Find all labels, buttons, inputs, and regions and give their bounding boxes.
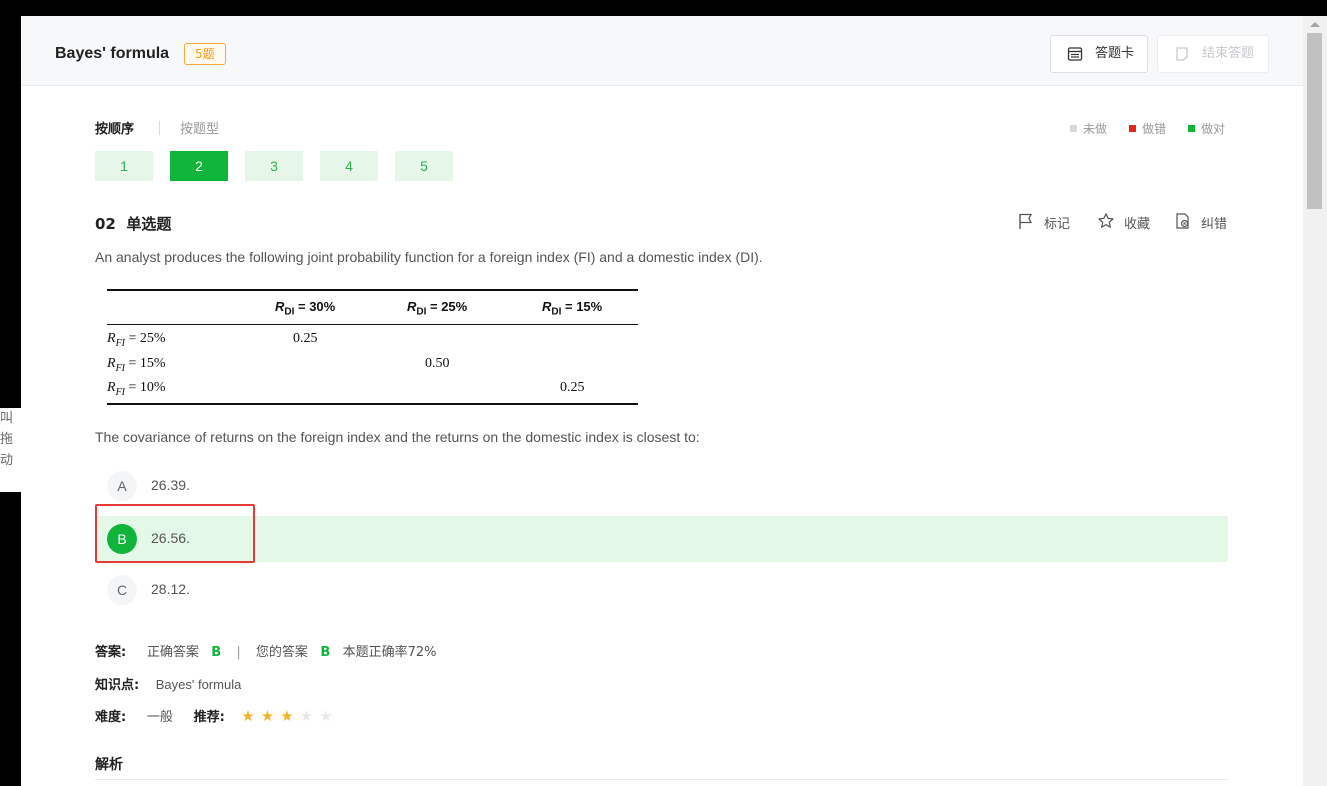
end-quiz-label: 结束答题 <box>1202 46 1255 61</box>
legend-wrong: 做错 <box>1129 120 1166 137</box>
difficulty-line: 难度: 一般 推荐: ★ ★ ★ ★ ★ <box>95 706 339 725</box>
option-letter: A <box>107 471 137 501</box>
scroll-thumb[interactable] <box>1307 33 1322 209</box>
table-bottom-rule <box>107 403 638 405</box>
question-prompt: The covariance of returns on the foreign… <box>95 429 700 445</box>
analysis-divider <box>95 779 1228 780</box>
report-label: 纠错 <box>1201 217 1228 232</box>
tab-by-type[interactable]: 按题型 <box>180 118 219 137</box>
star-filled-icon: ★ <box>260 707 275 725</box>
table-header-rule <box>107 324 638 325</box>
row-label: RFI = 15% <box>107 356 166 374</box>
drag-char: 叫 <box>0 411 14 426</box>
left-strip <box>0 16 21 786</box>
knowledge-line: 知识点: Bayes' formula <box>95 674 241 693</box>
answer-separator: | <box>236 645 241 660</box>
column-header: RDI = 15% <box>542 299 603 318</box>
joint-probability-table: RDI = 30% RDI = 25% RDI = 15% RFI = 25% … <box>107 289 638 406</box>
question-number-5[interactable]: 5 <box>395 151 453 181</box>
quiz-panel: Bayes' formula 5题 答题卡 结束答题 按顺序 按题型 未做 做错 <box>21 16 1303 786</box>
answer-card-icon <box>1067 47 1083 61</box>
legend-undone: 未做 <box>1070 120 1107 137</box>
end-quiz-button[interactable]: 结束答题 <box>1157 35 1269 73</box>
legend-undone-label: 未做 <box>1083 122 1108 136</box>
option-a[interactable]: A 26.39. <box>95 463 1228 509</box>
question-number: 02 <box>95 215 116 233</box>
legend-undone-swatch <box>1070 125 1077 132</box>
option-text: 28.12. <box>151 581 190 597</box>
recommend-label: 推荐: <box>193 710 225 725</box>
tab-divider <box>159 121 160 135</box>
knowledge-label: 知识点: <box>95 678 140 693</box>
table-top-rule <box>107 289 638 291</box>
difficulty-label: 难度: <box>95 710 127 725</box>
question-type: 单选题 <box>126 215 172 233</box>
report-icon <box>1176 213 1189 229</box>
legend-correct-label: 做对 <box>1201 122 1226 136</box>
question-number-4[interactable]: 4 <box>320 151 378 181</box>
answer-card-button[interactable]: 答题卡 <box>1050 35 1148 73</box>
difficulty-value: 一般 <box>146 710 173 725</box>
end-quiz-icon <box>1176 47 1188 61</box>
drag-char: 动 <box>0 453 14 468</box>
your-answer-value: B <box>320 645 331 660</box>
column-header: RDI = 30% <box>275 299 336 318</box>
star-filled-icon: ★ <box>241 707 255 725</box>
legend-correct-swatch <box>1188 125 1195 132</box>
knowledge-value: Bayes' formula <box>155 677 242 692</box>
star-empty-icon: ★ <box>299 707 314 725</box>
table-cell: 0.25 <box>560 380 585 395</box>
option-b[interactable]: B 26.56. <box>95 516 1228 562</box>
tab-sequence[interactable]: 按顺序 <box>95 118 134 137</box>
quiz-header: Bayes' formula 5题 答题卡 结束答题 <box>21 16 1303 86</box>
option-c[interactable]: C 28.12. <box>95 567 1228 613</box>
drag-char: 拖 <box>0 432 14 447</box>
your-answer-label: 您的答案 <box>255 645 308 660</box>
correct-answer-label: 正确答案 <box>146 645 199 660</box>
question-count-badge: 5题 <box>184 43 226 65</box>
accuracy-rate: 本题正确率72% <box>342 645 437 660</box>
row-label: RFI = 25% <box>107 331 166 349</box>
question-heading: 02 单选题 <box>95 213 171 234</box>
quiz-title: Bayes' formula <box>55 45 170 62</box>
window-top-bar <box>0 0 1327 16</box>
favorite-label: 收藏 <box>1124 217 1151 232</box>
flag-icon <box>1019 213 1033 229</box>
row-label: RFI = 10% <box>107 380 166 398</box>
legend-wrong-swatch <box>1129 125 1136 132</box>
annotation-highlight-box <box>95 504 255 563</box>
table-cell: 0.25 <box>293 331 318 346</box>
star-outline-icon <box>1098 213 1114 228</box>
scroll-up-arrow-icon[interactable] <box>1310 22 1320 27</box>
mark-label: 标记 <box>1044 217 1071 232</box>
star-empty-icon: ★ <box>319 707 333 725</box>
question-number-2[interactable]: 2 <box>170 151 228 181</box>
option-text: 26.39. <box>151 477 190 493</box>
column-header: RDI = 25% <box>407 299 468 318</box>
legend-correct: 做对 <box>1188 120 1225 137</box>
answer-label: 答案: <box>95 645 127 660</box>
recommend-stars: ★ ★ ★ ★ ★ <box>241 707 338 725</box>
table-cell: 0.50 <box>425 356 450 371</box>
answer-card-label: 答题卡 <box>1095 46 1135 61</box>
question-number-1[interactable]: 1 <box>95 151 153 181</box>
correct-answer-value: B <box>211 645 222 660</box>
legend-wrong-label: 做错 <box>1142 122 1167 136</box>
answer-line: 答案: 正确答案 B | 您的答案 B 本题正确率72% <box>95 641 437 660</box>
analysis-heading: 解析 <box>95 757 123 773</box>
option-letter: C <box>107 575 137 605</box>
drag-handle[interactable]: 叫 拖 动 <box>0 408 21 492</box>
vertical-scrollbar[interactable] <box>1303 16 1327 786</box>
star-filled-icon: ★ <box>280 707 294 725</box>
question-number-3[interactable]: 3 <box>245 151 303 181</box>
question-text: An analyst produces the following joint … <box>95 249 763 265</box>
